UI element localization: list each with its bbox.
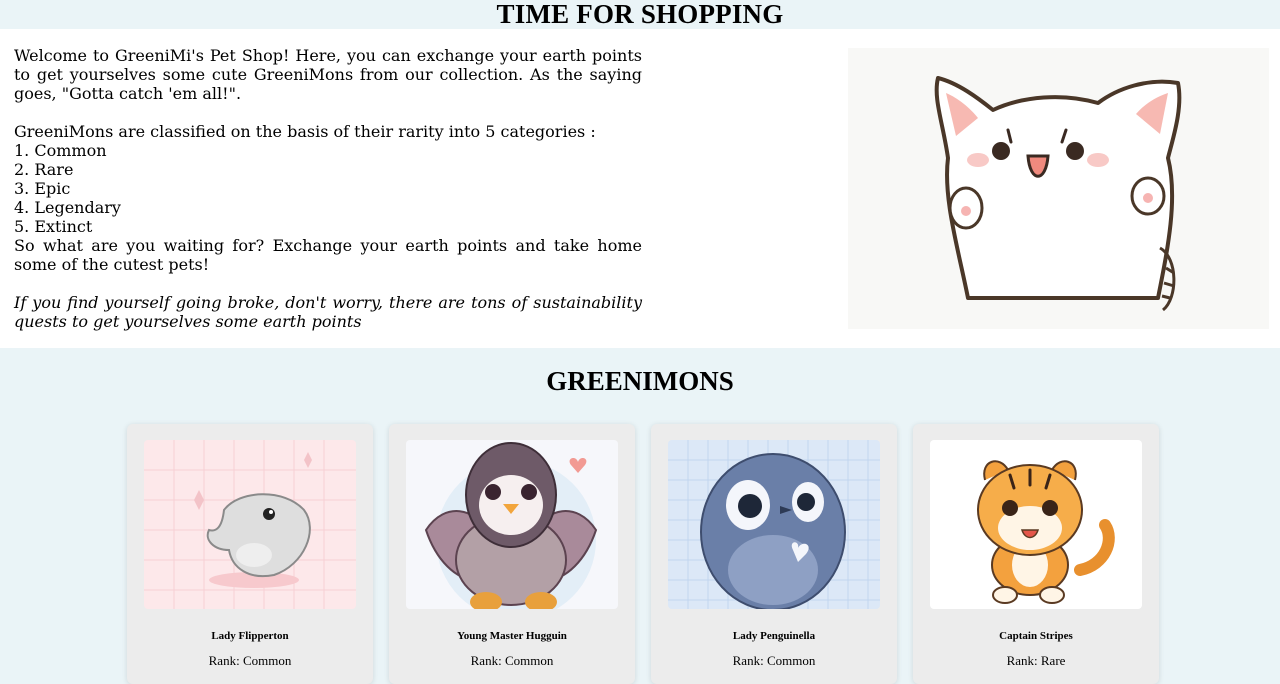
tiger-image: [930, 440, 1142, 609]
greenimon-card[interactable]: Lady Flipperton Rank: Common: [127, 424, 373, 684]
cta-text: So what are you waiting for? Exchange yo…: [14, 236, 642, 274]
seal-image: [144, 440, 356, 609]
intro-panel: Welcome to GreeniMi's Pet Shop! Here, yo…: [0, 29, 1280, 348]
page-header: TIME FOR SHOPPING: [0, 0, 1280, 29]
welcome-text: Welcome to GreeniMi's Pet Shop! Here, yo…: [14, 46, 642, 103]
intro-text: Welcome to GreeniMi's Pet Shop! Here, yo…: [14, 46, 642, 331]
hero-cat-image: [848, 48, 1269, 329]
greenimon-card[interactable]: Lady Penguinella Rank: Common: [651, 424, 897, 684]
penguin-image: [406, 440, 618, 609]
greenimon-name: Lady Flipperton: [211, 630, 289, 642]
greenimon-name: Young Master Hugguin: [457, 630, 567, 642]
note-text: If you find yourself going broke, don't …: [14, 293, 642, 331]
rarity-item: 3. Epic: [14, 179, 71, 198]
page-title: TIME FOR SHOPPING: [496, 0, 784, 29]
blue-penguin-image: [668, 440, 880, 609]
greenimon-name: Captain Stripes: [999, 630, 1073, 642]
greenimon-name: Lady Penguinella: [732, 630, 816, 642]
greenimon-card[interactable]: Captain Stripes Rank: Rare: [913, 424, 1159, 684]
classification-text: GreeniMons are classified on the basis o…: [14, 122, 596, 141]
greenimon-card-list: Lady Flipperton Rank: Common Young Maste…: [127, 424, 1159, 684]
section-title: GREENIMONS: [546, 366, 734, 396]
greenimon-card[interactable]: Young Master Hugguin Rank: Common: [389, 424, 635, 684]
rarity-item: 1. Common: [14, 141, 107, 160]
rarity-list: 1. Common 2. Rare 3. Epic 4. Legendary 5…: [14, 141, 642, 236]
rarity-item: 5. Extinct: [14, 217, 93, 236]
rarity-item: 2. Rare: [14, 160, 74, 179]
rarity-item: 4. Legendary: [14, 198, 121, 217]
